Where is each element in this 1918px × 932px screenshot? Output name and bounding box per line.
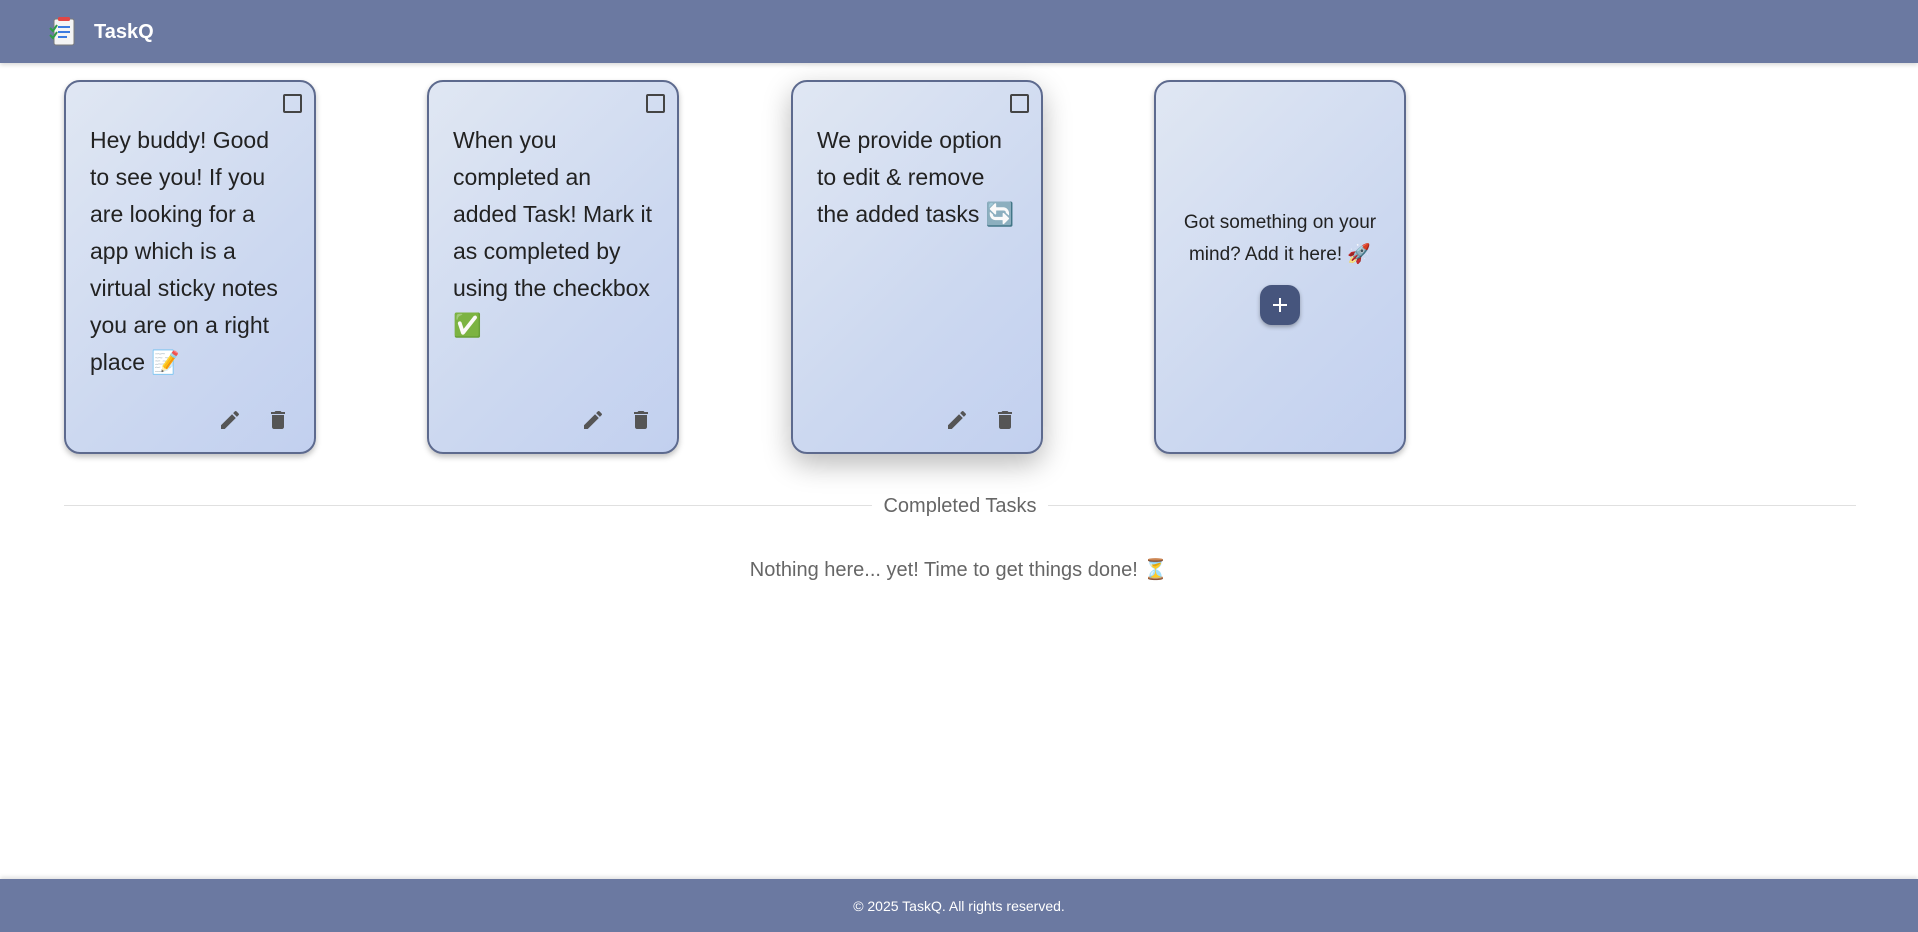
app-header: TaskQ	[0, 0, 1918, 63]
edit-icon[interactable]	[945, 408, 969, 432]
plus-icon	[1273, 298, 1287, 312]
task-card: We provide option to edit & remove the a…	[791, 80, 1043, 454]
delete-icon[interactable]	[629, 408, 653, 432]
task-card: When you completed an added Task! Mark i…	[427, 80, 679, 454]
add-task-prompt: Got something on your mind? Add it here!…	[1183, 212, 1377, 265]
task-actions	[945, 408, 1017, 432]
app-footer: © 2025 TaskQ. All rights reserved.	[0, 879, 1918, 932]
task-complete-checkbox[interactable]	[1010, 94, 1029, 113]
edit-icon[interactable]	[218, 408, 242, 432]
edit-icon[interactable]	[581, 408, 605, 432]
task-text: When you completed an added Task! Mark i…	[453, 127, 653, 338]
add-task-button[interactable]	[1260, 285, 1300, 325]
app-title[interactable]: TaskQ	[94, 18, 154, 46]
task-text: We provide option to edit & remove the a…	[817, 127, 1015, 227]
delete-icon[interactable]	[266, 408, 290, 432]
footer-copyright: © 2025 TaskQ. All rights reserved.	[853, 898, 1065, 914]
divider-left	[64, 505, 872, 506]
divider-right	[1048, 505, 1856, 506]
task-card: Hey buddy! Good to see you! If you are l…	[64, 80, 316, 454]
task-actions	[218, 408, 290, 432]
completed-empty-message: Nothing here... yet! Time to get things …	[749, 559, 1169, 581]
notepad-checklist-icon[interactable]	[48, 16, 80, 48]
task-complete-checkbox[interactable]	[646, 94, 665, 113]
delete-icon[interactable]	[993, 408, 1017, 432]
add-task-card: Got something on your mind? Add it here!…	[1154, 80, 1406, 454]
task-actions	[581, 408, 653, 432]
task-text: Hey buddy! Good to see you! If you are l…	[90, 127, 278, 375]
completed-section-title: Completed Tasks	[883, 495, 1037, 517]
task-complete-checkbox[interactable]	[283, 94, 302, 113]
